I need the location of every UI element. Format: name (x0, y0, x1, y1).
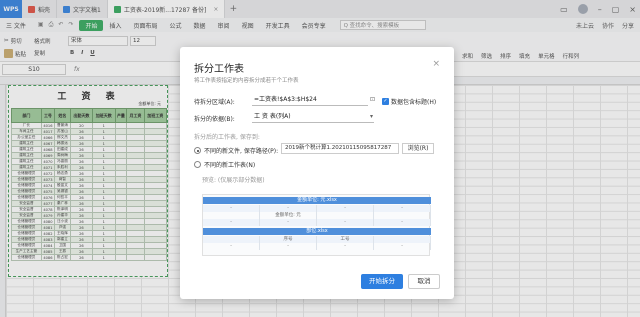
preview-row: 金额单位: 元 (203, 212, 431, 219)
save-path-input[interactable]: 2019新个税计算1.20210115095817287 (281, 143, 399, 154)
preview-row: 序号 工号 (203, 236, 431, 243)
preview-cell (203, 212, 260, 219)
cancel-button[interactable]: 取消 (408, 274, 440, 289)
radio-new-sheet[interactable]: 不同的新工作表(N) (194, 160, 255, 169)
range-picker-icon[interactable]: ⊡ (370, 96, 375, 103)
split-by-select[interactable]: 工 资 表(列A) (252, 112, 374, 123)
preview-cell: 序号 (260, 236, 317, 243)
browse-button[interactable]: 浏览(R) (402, 143, 434, 154)
preview-cell: - (203, 205, 260, 212)
preview-cell (317, 212, 374, 219)
preview-cell: - (203, 243, 260, 250)
save-to-label: 拆分后的工作表, 保存到: (194, 134, 260, 141)
preview-label: 预览: (仅展示部分数据) (202, 177, 265, 184)
preview-cell: - (374, 205, 431, 212)
split-worksheet-dialog: 拆分工作表 × 将工作表按指定的内容拆分成若干个工作表 待拆分区域(A): =工… (180, 47, 454, 299)
dialog-title: 拆分工作表 (194, 64, 244, 75)
preview-cell: - (260, 219, 317, 226)
preview-cell: - (317, 219, 374, 226)
preview-cell: 金额单位: 元 (260, 212, 317, 219)
preview-cell (374, 212, 431, 219)
dialog-subtitle: 将工作表按指定的内容拆分成若干个工作表 (194, 78, 299, 84)
preview-cell: 工号 (317, 236, 374, 243)
preview-cell: - (260, 205, 317, 212)
radio-new-file-label: 不同的新文件, 保存路径(P): (204, 148, 279, 155)
radio-selected-icon (194, 147, 201, 154)
header-checkbox-label: 数据包含标题(H) (391, 99, 437, 106)
radio-new-file[interactable]: 不同的新文件, 保存路径(P): (194, 146, 278, 155)
preview-cell (203, 236, 260, 243)
chevron-down-icon[interactable]: ▾ (370, 113, 373, 120)
preview-row: - - - - (203, 205, 431, 212)
preview-row: - - - - (203, 219, 431, 226)
range-input[interactable]: =工资表!$A$3:$H$24 (252, 95, 368, 106)
preview-file-bar: 金额单位: 元.xlsx (203, 197, 431, 204)
radio-unselected-icon (194, 161, 201, 168)
preview-cell: - (317, 243, 374, 250)
preview-panel: 金额单位: 元.xlsx - - - - 金额单位: 元 - - - - 部位.… (202, 194, 431, 256)
preview-cell: - (317, 205, 374, 212)
preview-cell: - (203, 219, 260, 226)
preview-cell: - (260, 243, 317, 250)
range-label: 待拆分区域(A): (194, 99, 235, 106)
preview-cell: - (374, 219, 431, 226)
preview-cell: - (374, 243, 431, 250)
preview-cell (374, 236, 431, 243)
start-split-button[interactable]: 开始拆分 (361, 274, 403, 289)
radio-new-sheet-label: 不同的新工作表(N) (204, 162, 256, 169)
close-icon[interactable]: × (432, 59, 440, 69)
checkbox-checked-icon: ✓ (382, 98, 389, 105)
header-checkbox[interactable]: ✓ 数据包含标题(H) (382, 97, 436, 106)
preview-file-bar: 部位.xlsx (203, 228, 431, 235)
preview-row: - - - - (203, 243, 431, 250)
split-by-label: 拆分的依据(B): (194, 116, 235, 123)
